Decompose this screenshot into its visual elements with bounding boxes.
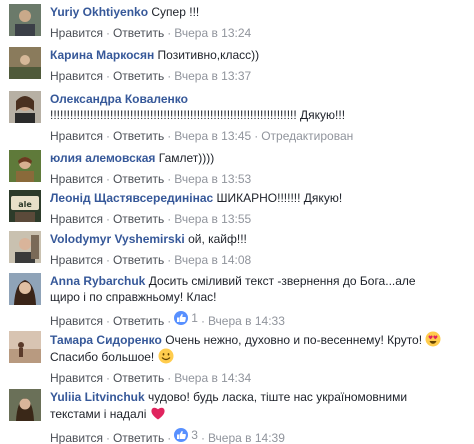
reply-button[interactable]: Ответить xyxy=(113,371,164,385)
like-button[interactable]: Нравится xyxy=(50,26,103,40)
comment-author[interactable]: юлия алемовская xyxy=(50,151,155,165)
avatar[interactable] xyxy=(9,150,41,182)
comment-author[interactable]: Yuliia Litvinchuk xyxy=(50,390,145,404)
comment-timestamp[interactable]: Вчера в 13:45 xyxy=(174,129,251,143)
comment-text: !!!!!!!!!!!!!!!!!!!!!!!!!!!!!!!!!!!!!!!!… xyxy=(50,108,346,122)
svg-text:ale: ale xyxy=(18,200,32,209)
avatar[interactable] xyxy=(9,47,41,79)
heart-emoji xyxy=(151,407,165,420)
comment-text: Позитивно,класс)) xyxy=(157,48,260,62)
reply-button[interactable]: Ответить xyxy=(113,26,164,40)
comment-timestamp[interactable]: Вчера в 13:53 xyxy=(174,172,251,186)
like-button[interactable]: Нравится xyxy=(50,69,103,83)
comment-timestamp[interactable]: Вчера в 13:24 xyxy=(174,26,251,40)
comment-timestamp[interactable]: Вчера в 14:34 xyxy=(174,371,251,385)
comment-actions: Нравится · Ответить · Вчера в 13:24 xyxy=(50,26,252,40)
comment-timestamp[interactable]: Вчера в 14:33 xyxy=(208,314,285,328)
comment-author[interactable]: Anna Rybarchuk xyxy=(50,274,145,288)
comment-timestamp[interactable]: Вчера в 14:39 xyxy=(208,431,285,444)
comment-actions: Нравится · Ответить · Вчера в 13:45 · Отредакт… xyxy=(50,129,354,143)
smile-emoji xyxy=(158,348,174,364)
comment-author[interactable]: Олександра Коваленко xyxy=(50,92,188,106)
heart-eyes-emoji xyxy=(425,331,441,347)
like-icon xyxy=(174,311,189,325)
reply-button[interactable]: Ответить xyxy=(113,212,164,226)
like-button[interactable]: Нравится xyxy=(50,129,103,143)
comment-text: ой, кайф!!! xyxy=(188,232,247,246)
comment-actions: Нравится · Ответить · Вчера в 13:37 xyxy=(50,69,252,83)
reply-button[interactable]: Ответить xyxy=(113,253,164,267)
comment-actions: Нравится · Ответить · Вчера в 14:08 xyxy=(50,253,252,267)
like-button[interactable]: Нравится xyxy=(50,431,103,444)
avatar[interactable]: ale xyxy=(9,190,41,222)
like-button[interactable]: Нравится xyxy=(50,371,103,385)
comment-list: Yuriy Okhtiyenko Супер !!! Нравится · Отве… xyxy=(0,0,474,444)
comment-text: Гамлет)))) xyxy=(158,151,215,165)
avatar[interactable] xyxy=(9,389,41,421)
avatar[interactable] xyxy=(9,273,41,305)
avatar[interactable] xyxy=(9,231,41,263)
comment-text-line2: Спасибо большое! xyxy=(50,350,155,364)
comment-timestamp[interactable]: Вчера в 14:08 xyxy=(174,253,251,267)
comment-author[interactable]: Леонід Щастявсерединінас xyxy=(50,191,213,205)
comment-author[interactable]: Yuriy Okhtiyenko xyxy=(50,5,148,19)
edited-label[interactable]: Отредактирован xyxy=(261,129,353,143)
comment-text: Супер !!! xyxy=(151,5,200,19)
comment-actions: Нравится · Ответить · Вчера в 13:53 xyxy=(50,172,252,186)
comment-author[interactable]: Тамара Сидоренко xyxy=(50,333,162,347)
comment-timestamp[interactable]: Вчера в 13:55 xyxy=(174,212,251,226)
like-count[interactable]: 1 xyxy=(174,310,198,326)
avatar[interactable] xyxy=(9,91,41,123)
reply-button[interactable]: Ответить xyxy=(113,69,164,83)
comment-actions: Нравится · Ответить · Вчера в 14:34 xyxy=(50,371,252,385)
reply-button[interactable]: Ответить xyxy=(113,129,164,143)
comment-actions: Нравится · Ответить · Вчера в 13:55 xyxy=(50,212,252,226)
like-icon xyxy=(174,428,189,442)
comment-author[interactable]: Карина Маркосян xyxy=(50,48,154,62)
reply-button[interactable]: Ответить xyxy=(113,431,164,444)
comment-author[interactable]: Volodymyr Vyshemirski xyxy=(50,232,185,246)
comment-text: Очень нежно, духовно и по-весеннему! Кру… xyxy=(165,333,423,347)
avatar[interactable] xyxy=(9,331,41,363)
reply-button[interactable]: Ответить xyxy=(113,314,164,328)
like-count[interactable]: 3 xyxy=(174,427,198,443)
comment-text: ШИКАРНО!!!!!!! Дякую! xyxy=(216,191,343,205)
comment-timestamp[interactable]: Вчера в 13:37 xyxy=(174,69,251,83)
comment-actions: Нравится · Ответить · 1 · Вчера в 14:33 xyxy=(50,310,285,328)
reply-button[interactable]: Ответить xyxy=(113,172,164,186)
like-button[interactable]: Нравится xyxy=(50,172,103,186)
like-button[interactable]: Нравится xyxy=(50,253,103,267)
like-button[interactable]: Нравится xyxy=(50,212,103,226)
avatar[interactable] xyxy=(9,4,41,36)
like-button[interactable]: Нравится xyxy=(50,314,103,328)
comment-actions: Нравится · Ответить · 3 · Вчера в 14:39 xyxy=(50,427,285,444)
